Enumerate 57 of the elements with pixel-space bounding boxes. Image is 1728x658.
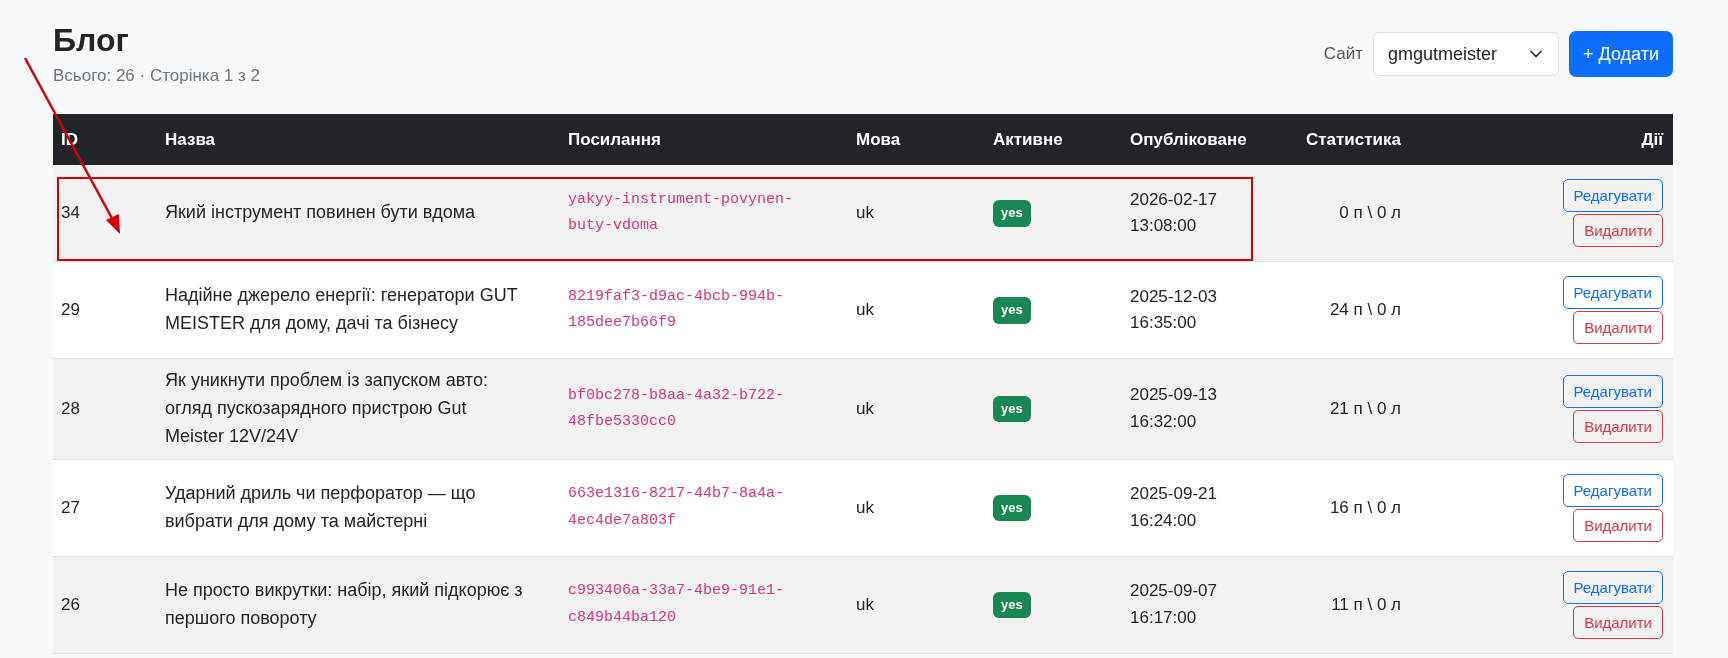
edit-button[interactable]: Редагувати [1562,473,1663,507]
title-cell-text: Як уникнути проблем із запуском авто: огляд пускозарядного пристрою Gut Meister 12V/24V [164,369,489,448]
slug-cell-text: c993406a-33a7-4be9-91e1-c849b44ba120 [567,581,786,628]
delete-button[interactable]: Видалити [1573,409,1663,443]
id-cell-text: 29 [60,298,81,321]
id-cell-text: 27 [60,496,81,519]
status-badge: yes [993,396,1031,423]
status-badge: yes [993,592,1031,619]
site-label: Сайт [1323,44,1364,64]
edit-button[interactable]: Редагувати [1562,570,1663,604]
slug-cell-text: yakyy-instrument-povynen-buty-vdoma [567,189,795,236]
edit-button[interactable]: Редагувати [1562,276,1663,309]
edit-button[interactable]: Редагувати [1562,374,1663,408]
published-cell-text: 2025-09-21 16:24:00 [1129,483,1218,532]
title-cell-text: Ударний дриль чи перфоратор — що вибрати для дому та майстерні [164,481,477,533]
page-title: Блог [53,21,130,60]
site-select[interactable]: gmgutmeister [1373,32,1560,76]
edit-button[interactable]: Редагувати [1562,179,1663,212]
delete-button[interactable]: Видалити [1573,214,1663,247]
published-cell-text: 2026-02-17 13:08:00 [1129,188,1218,237]
language-cell-text: uk [855,298,875,321]
stats-cell-text: 16 п \ 0 л [1328,496,1402,519]
column-header: Назва [164,129,217,150]
published-cell-text: 2025-09-07 16:17:00 [1129,580,1218,629]
slug-cell-text: 8219faf3-d9ac-4bcb-994b-185dee7b66f9 [567,286,786,333]
status-badge: yes [993,297,1031,324]
add-button[interactable]: + Додати [1569,31,1673,77]
slug-cell-text: 663e1316-8217-44b7-8a4a-4ec4de7a803f [567,484,786,531]
delete-button[interactable]: Видалити [1573,605,1663,639]
id-cell-text: 28 [60,397,81,420]
language-cell-text: uk [855,397,875,420]
published-cell-text: 2025-09-13 16:32:00 [1129,384,1218,433]
title-cell-text: Який інструмент повинен бути вдома [164,201,477,225]
language-cell-text: uk [855,201,875,224]
status-badge: yes [993,495,1031,522]
status-badge: yes [993,200,1031,227]
stats-cell-text: 24 п \ 0 л [1328,298,1402,321]
column-header: Посилання [567,129,662,150]
column-header: Опубліковане [1129,129,1248,150]
published-cell-text: 2025-12-03 16:35:00 [1129,285,1218,334]
id-cell-text: 34 [60,201,81,224]
page-subtitle: Всього: 26 · Сторінка 1 з 2 [53,65,260,86]
stats-cell-text: 11 п \ 0 л [1330,593,1402,616]
language-cell-text: uk [855,593,875,616]
column-header: Активне [992,129,1064,150]
id-cell-text: 26 [60,593,81,616]
column-header: Статистика [1304,129,1402,150]
stats-cell-text: 21 п \ 0 л [1328,397,1402,420]
slug-cell-text: bf0bc278-b8aa-4a32-b722-48fbe5330cc0 [567,385,786,432]
delete-button[interactable]: Видалити [1573,311,1663,344]
column-header: Дії [1640,129,1665,150]
language-cell-text: uk [855,496,875,519]
title-cell-text: Не просто викрутки: набір, який підкорює з першого повороту [164,578,524,630]
title-cell-text: Надійне джерело енергії: генератори GUT MEISTER для дому, дачі та бізнесу [164,284,519,335]
column-header: Мова [855,129,902,150]
stats-cell-text: 0 п \ 0 л [1338,201,1402,224]
delete-button[interactable]: Видалити [1573,508,1663,542]
